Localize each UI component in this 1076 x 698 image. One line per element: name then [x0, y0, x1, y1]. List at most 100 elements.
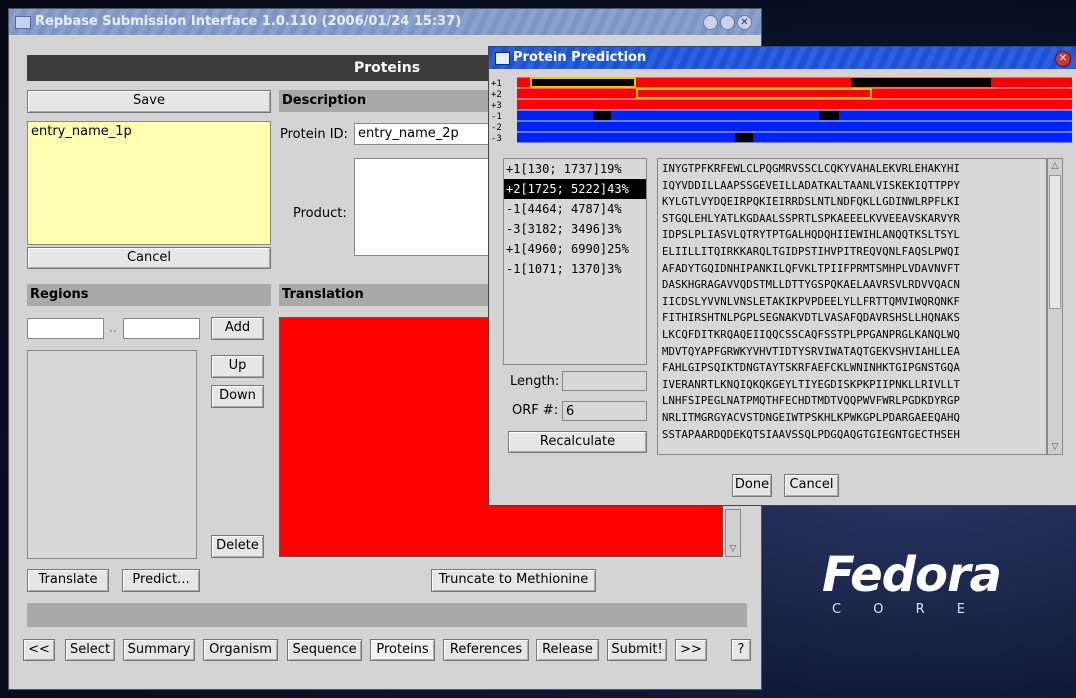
popup-close-icon[interactable]: ✕ [1055, 51, 1071, 67]
orf-block [819, 111, 839, 120]
popup-window-icon [495, 52, 510, 65]
tab-references[interactable]: References [443, 639, 529, 661]
translation-scrollbar[interactable]: ▽ [725, 509, 741, 557]
region-separator: .. [109, 321, 117, 335]
tab-organism[interactable]: Organism [203, 639, 278, 661]
orf-list-item[interactable]: +1[4960; 6990]25% [504, 239, 646, 259]
frame-label: +3 [491, 101, 502, 111]
sequence-line: IDPSLPLIASVLQTRYTPTGALHQDQHIIEWIHLANQQTK… [662, 229, 960, 242]
orf-block [735, 133, 753, 142]
description-header: Description [279, 90, 489, 112]
frame-label: -2 [491, 123, 502, 133]
list-item[interactable]: entry_name_1p [28, 122, 270, 141]
protein-id-field[interactable]: entry_name_2p [354, 123, 489, 145]
sequence-line: DASKHGRAGAVVQDSTMLLDTTYGSPQKAELAAVRSVLRD… [662, 279, 960, 292]
region-list[interactable] [27, 350, 197, 559]
delete-button[interactable]: Delete [211, 535, 264, 558]
orf-list-item[interactable]: -3[3182; 3496]3% [504, 219, 646, 239]
sequence-line: AFADYTGQIDNHIPANKILQFVKLTPIIFPRMTSMHPLVD… [662, 262, 960, 275]
orf-frame-map[interactable]: +1 +2 +3 -1 -2 -3 [489, 77, 1076, 149]
protein-sequence-area[interactable]: INYGTPFKRFEWLCLPQGMRVSSCLCQKYVAHALEKVRLE… [657, 158, 1047, 455]
fedora-logo: Fedora C O R E [822, 548, 1042, 638]
orf-list-item[interactable]: +2[1725; 5222]43% [504, 179, 646, 199]
frame-track [517, 99, 1072, 110]
tab-proteins[interactable]: Proteins [370, 639, 435, 661]
scroll-thumb[interactable] [1049, 175, 1061, 309]
predict-button[interactable]: Predict... [122, 569, 200, 592]
orf-list-item[interactable]: -1[4464; 4787]4% [504, 199, 646, 219]
sequence-line: INYGTPFKRFEWLCLPQGMRVSSCLCQKYVAHALEKVRLE… [662, 163, 960, 175]
product-label: Product: [293, 206, 347, 221]
sequence-line: FAHLGIPSQIKTDNGTAYTSKRFAEFCKLWNINHKTGIPG… [662, 362, 960, 375]
window-menu-icon[interactable] [15, 16, 31, 29]
tab-submit[interactable]: Submit! [607, 639, 667, 661]
page-title: Proteins [353, 60, 421, 76]
scroll-down-arrow-icon[interactable]: ▽ [727, 543, 739, 555]
sequence-line: IICDSLYVVNLVNSLETAKIKPVPDEELYLLFRTTQMVIW… [662, 295, 960, 308]
close-icon[interactable]: ✕ [737, 15, 752, 30]
popup-title: Protein Prediction [513, 50, 647, 65]
length-field[interactable] [562, 371, 647, 391]
sequence-line: NRLITMGRGYACVSTDNGEIWTPSKHLKPWKGPLPDARGA… [662, 411, 960, 424]
translation-header: Translation [279, 284, 489, 306]
frame-label: +1 [491, 79, 502, 89]
orf-block [851, 78, 991, 87]
sequence-line: ELIILLITQIRKKARQLTGIDPSTIHVPITREQVQNLFAQ… [662, 245, 960, 258]
sequence-line: LNHFSIPEGLNATPMQTHFECHDTMDTVQQPWVFWRLPGD… [662, 395, 960, 408]
region-start-input[interactable] [27, 318, 104, 339]
sequence-line: KYLGTLVYDQEIRPQKIEIRRDSLNTLNDFQKLLGDINWL… [662, 196, 960, 209]
truncate-button[interactable]: Truncate to Methionine [431, 569, 596, 592]
main-titlebar[interactable]: Repbase Submission Interface 1.0.110 (20… [9, 9, 761, 35]
window-title: Repbase Submission Interface 1.0.110 (20… [35, 14, 462, 29]
popup-titlebar[interactable]: Protein Prediction ✕ [489, 47, 1076, 69]
protein-prediction-dialog: Protein Prediction ✕ +1 +2 +3 -1 -2 -3 +1[130… [488, 46, 1076, 506]
length-label: Length: [510, 374, 560, 389]
tab-release[interactable]: Release [536, 639, 599, 661]
save-button[interactable]: Save [27, 90, 271, 113]
scroll-down-arrow-icon[interactable]: ▽ [1049, 441, 1061, 453]
scroll-up-arrow-icon[interactable]: △ [1049, 160, 1061, 172]
recalculate-button[interactable]: Recalculate [508, 431, 647, 453]
sequence-line: FITHIRSHTNLPGPLSEGNAKVDTLVASAFQDAVRSHSLL… [662, 312, 960, 325]
protein-id-label: Protein ID: [280, 127, 348, 142]
sequence-line: MDVTQYAPFGRWKYVHVTIDTYSRVIWATAQTGEKVSHVI… [662, 345, 960, 358]
tab-help[interactable]: ? [731, 639, 751, 661]
product-field[interactable] [354, 158, 489, 256]
down-button[interactable]: Down [211, 385, 264, 408]
nav-tab-bar: << Select Summary Organism Sequence Prot… [23, 639, 753, 663]
tab-select[interactable]: Select [65, 639, 115, 661]
fedora-core-text: C O R E [832, 602, 979, 617]
frame-label: +2 [491, 90, 502, 100]
sequence-line: STGQLEHLYATLKGDAALSSPRTLSPKAEEELKVVEEAVS… [662, 212, 960, 225]
tab-next[interactable]: >> [675, 639, 707, 661]
up-button[interactable]: Up [211, 355, 264, 378]
tab-summary[interactable]: Summary [123, 639, 195, 661]
orf-block [530, 77, 636, 88]
frame-track [517, 121, 1072, 132]
done-button[interactable]: Done [732, 474, 772, 497]
region-end-input[interactable] [123, 318, 200, 339]
orf-list-item[interactable]: +1[130; 1737]19% [504, 159, 646, 179]
sequence-line: IQYVDDILLAAPSSGEVEILLADATKALTAANLVISKEKI… [662, 179, 960, 192]
sequence-line: LKCQFDITKRQAQEIIQQCSSCAQFSSTPLPPGANPRGLK… [662, 328, 960, 341]
regions-header: Regions [27, 284, 271, 306]
translate-button[interactable]: Translate [27, 569, 109, 592]
add-region-button[interactable]: Add [211, 317, 264, 340]
sequence-line: SSTAPAARDQDEKQTSIAAVSSQLPDGQAQGTGIEGNTGE… [662, 428, 960, 441]
tab-prev[interactable]: << [23, 639, 55, 661]
frame-label: -1 [491, 112, 502, 122]
cancel-button[interactable]: Cancel [27, 247, 271, 269]
tab-sequence[interactable]: Sequence [287, 639, 362, 661]
entry-list[interactable]: entry_name_1p [27, 121, 271, 245]
orf-list[interactable]: +1[130; 1737]19% +2[1725; 5222]43% -1[4464… [503, 158, 647, 365]
frame-label: -3 [491, 134, 502, 144]
maximize-icon[interactable] [720, 15, 735, 30]
fedora-wordmark: Fedora [822, 547, 1002, 603]
orf-list-item[interactable]: -1[1071; 1370]3% [504, 259, 646, 279]
popup-cancel-button[interactable]: Cancel [784, 474, 839, 497]
sequence-scrollbar[interactable]: △ ▽ [1047, 158, 1063, 455]
status-bar [27, 603, 747, 627]
minimize-icon[interactable] [703, 15, 718, 30]
orf-number-label: ORF #: [512, 403, 559, 418]
orf-number-field[interactable]: 6 [562, 401, 647, 421]
